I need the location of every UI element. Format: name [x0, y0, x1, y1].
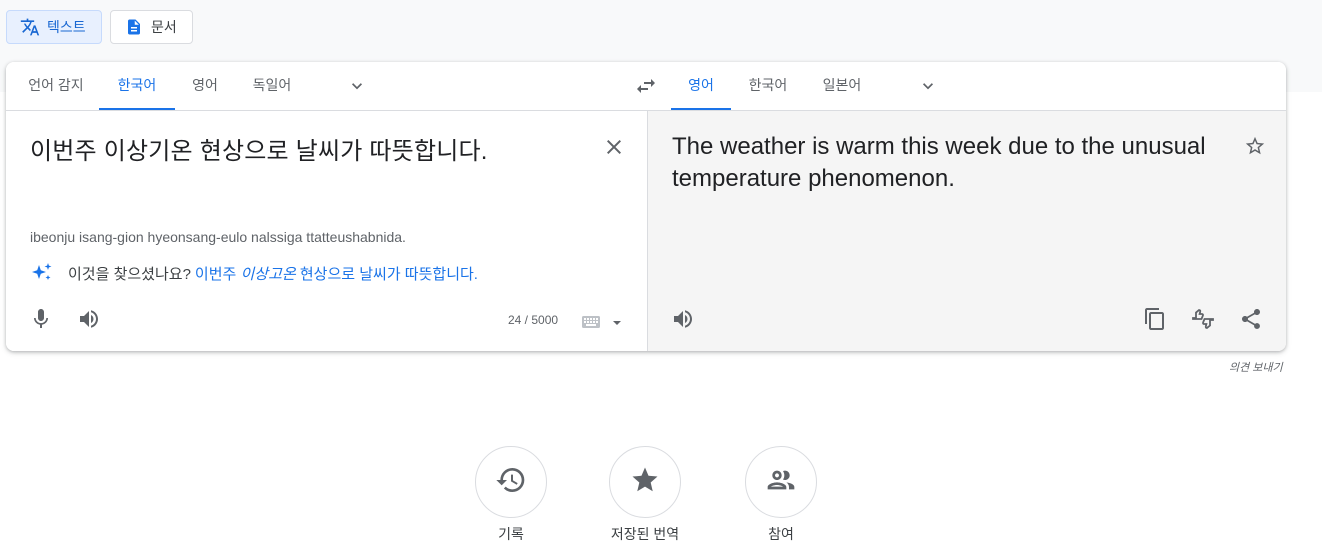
text-mode-button[interactable]: 텍스트 — [6, 10, 102, 44]
chevron-down-icon[interactable] — [918, 76, 938, 96]
target-panel: The weather is warm this week due to the… — [647, 111, 1286, 351]
target-tab-english[interactable]: 영어 — [671, 62, 731, 110]
character-counter: 24 / 5000 — [508, 313, 559, 327]
document-icon — [123, 16, 145, 38]
send-feedback-link[interactable]: 의견 보내기 — [1229, 359, 1283, 375]
source-text-input[interactable]: 이번주 이상기온 현상으로 날씨가 따뜻합니다. — [30, 131, 488, 166]
history-label: 기록 — [498, 526, 524, 542]
keyboard-dropdown-icon[interactable] — [612, 315, 622, 325]
sparkle-icon — [30, 261, 54, 285]
suggestion-text-correction: 이상고온 — [240, 265, 296, 283]
source-tab-english[interactable]: 영어 — [175, 62, 235, 110]
keyboard-icon[interactable] — [582, 315, 600, 328]
language-bar: 언어 감지 한국어 영어 독일어 영어 한국어 일본어 — [6, 62, 1286, 111]
chevron-down-icon[interactable] — [347, 76, 367, 96]
copy-icon[interactable] — [1143, 307, 1167, 331]
saved-star-icon — [630, 465, 660, 500]
history-icon — [495, 464, 527, 501]
did-you-mean: 이것을 찾으셨나요? 이번주 이상고온 현상으로 날씨가 따뜻합니다. — [30, 261, 478, 285]
close-icon[interactable] — [602, 135, 626, 159]
source-panel: 이번주 이상기온 현상으로 날씨가 따뜻합니다. ibeonju isang-g… — [6, 111, 646, 351]
saved-button[interactable] — [609, 446, 681, 518]
saved-label: 저장된 번역 — [610, 526, 680, 542]
translate-icon — [19, 16, 41, 38]
documents-mode-button[interactable]: 문서 — [110, 10, 193, 44]
suggestion-prompt: 이것을 찾으셨나요? — [68, 265, 191, 283]
contribute-label: 참여 — [768, 526, 794, 542]
rate-icon[interactable] — [1191, 307, 1215, 331]
speaker-icon[interactable] — [77, 307, 101, 331]
star-icon[interactable] — [1244, 135, 1266, 157]
history-button[interactable] — [475, 446, 547, 518]
suggestion-text-part2: 현상으로 날씨가 따뜻합니다. — [295, 265, 478, 283]
source-tab-german[interactable]: 독일어 — [235, 62, 309, 110]
contribute-button[interactable] — [745, 446, 817, 518]
mic-icon[interactable] — [29, 307, 53, 331]
suggestion-link[interactable]: 이번주 이상고온 현상으로 날씨가 따뜻합니다. — [195, 263, 478, 284]
swap-icon[interactable] — [634, 74, 658, 98]
target-tab-japanese[interactable]: 일본어 — [805, 62, 879, 110]
speaker-icon[interactable] — [671, 307, 695, 331]
text-mode-label: 텍스트 — [47, 19, 86, 35]
transliteration: ibeonju isang-gion hyeonsang-eulo nalssi… — [30, 229, 406, 245]
source-tab-korean[interactable]: 한국어 — [99, 62, 175, 110]
share-icon[interactable] — [1239, 307, 1263, 331]
translation-card: 언어 감지 한국어 영어 독일어 영어 한국어 일본어 이번주 이상기온 현상으… — [6, 62, 1286, 351]
target-tab-korean[interactable]: 한국어 — [731, 62, 805, 110]
translation-output: The weather is warm this week due to the… — [672, 133, 1206, 192]
documents-mode-label: 문서 — [151, 19, 177, 35]
people-icon — [765, 464, 797, 501]
suggestion-text-part1: 이번주 — [194, 265, 241, 283]
source-tab-detect[interactable]: 언어 감지 — [10, 62, 102, 110]
